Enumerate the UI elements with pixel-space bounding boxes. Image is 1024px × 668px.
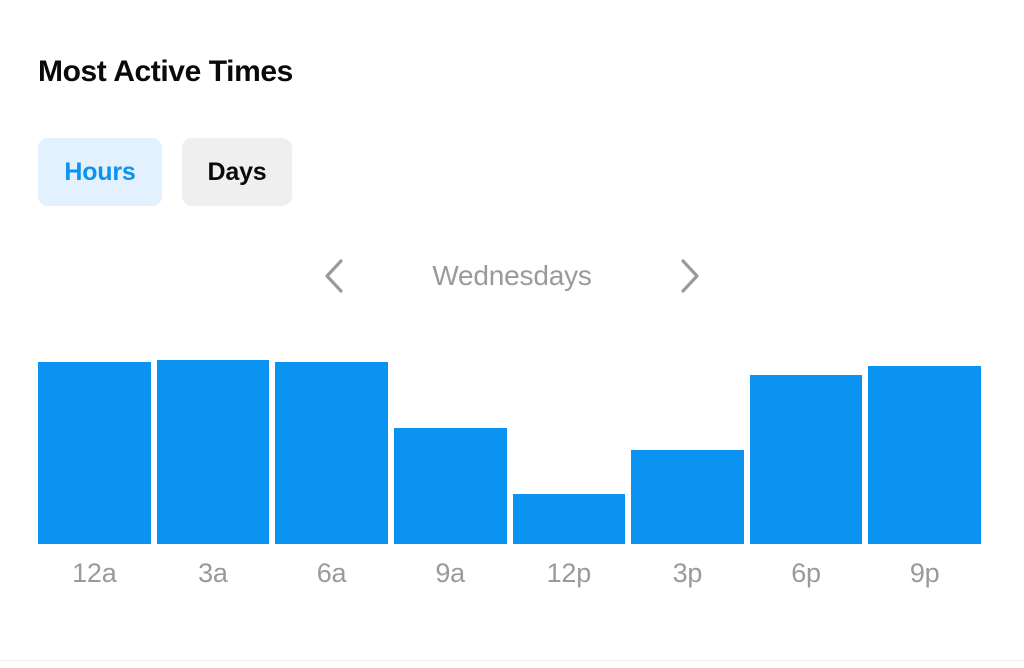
chart-bar[interactable] xyxy=(156,360,270,544)
chart-bar[interactable] xyxy=(393,428,507,544)
x-axis-label: 9a xyxy=(435,558,465,588)
x-axis-label: 9p xyxy=(909,558,940,588)
most-active-times-panel: Most Active Times Hours Days Wednesdays … xyxy=(0,0,1024,668)
chevron-left-icon xyxy=(321,256,347,296)
x-axis-label: 3p xyxy=(672,558,703,588)
chart-bar[interactable] xyxy=(38,361,151,544)
page-title: Most Active Times xyxy=(38,55,293,88)
bar-cell[interactable] xyxy=(631,360,744,544)
x-axis-label: 3a xyxy=(198,558,228,588)
bar-cell[interactable] xyxy=(393,360,507,544)
chart-bar[interactable] xyxy=(868,365,981,544)
bar-cell[interactable] xyxy=(38,360,151,544)
x-axis-label: 6p xyxy=(791,558,821,588)
x-axis-label: 12a xyxy=(72,558,117,588)
bar-cell[interactable] xyxy=(868,360,981,544)
bar-cell[interactable] xyxy=(749,360,863,544)
panel-divider xyxy=(0,660,1024,661)
bar-cell[interactable] xyxy=(156,360,270,544)
x-axis-label: 12p xyxy=(546,558,592,588)
x-axis-label: 6a xyxy=(316,558,347,588)
time-granularity-toggle-group: Hours Days xyxy=(38,138,292,206)
current-day-label: Wednesdays xyxy=(432,260,592,291)
next-day-button[interactable] xyxy=(662,248,718,304)
tab-hours[interactable]: Hours xyxy=(38,138,162,206)
chart-bars xyxy=(38,360,981,544)
activity-bar-chart: 12a 3a 6a 9a 12p 3p 6p 9p xyxy=(38,360,981,588)
bar-cell[interactable] xyxy=(275,360,388,544)
day-navigator: Wednesdays xyxy=(0,248,1024,304)
chart-x-axis: 12a 3a 6a 9a 12p 3p 6p 9p xyxy=(38,544,981,589)
bar-cell[interactable] xyxy=(512,360,626,544)
chart-bar[interactable] xyxy=(275,361,388,544)
chart-bar[interactable] xyxy=(631,450,744,544)
previous-day-button[interactable] xyxy=(306,248,362,304)
chevron-right-icon xyxy=(677,256,703,296)
chart-bar[interactable] xyxy=(749,374,863,544)
chart-bar[interactable] xyxy=(512,494,626,544)
tab-days[interactable]: Days xyxy=(182,138,292,206)
